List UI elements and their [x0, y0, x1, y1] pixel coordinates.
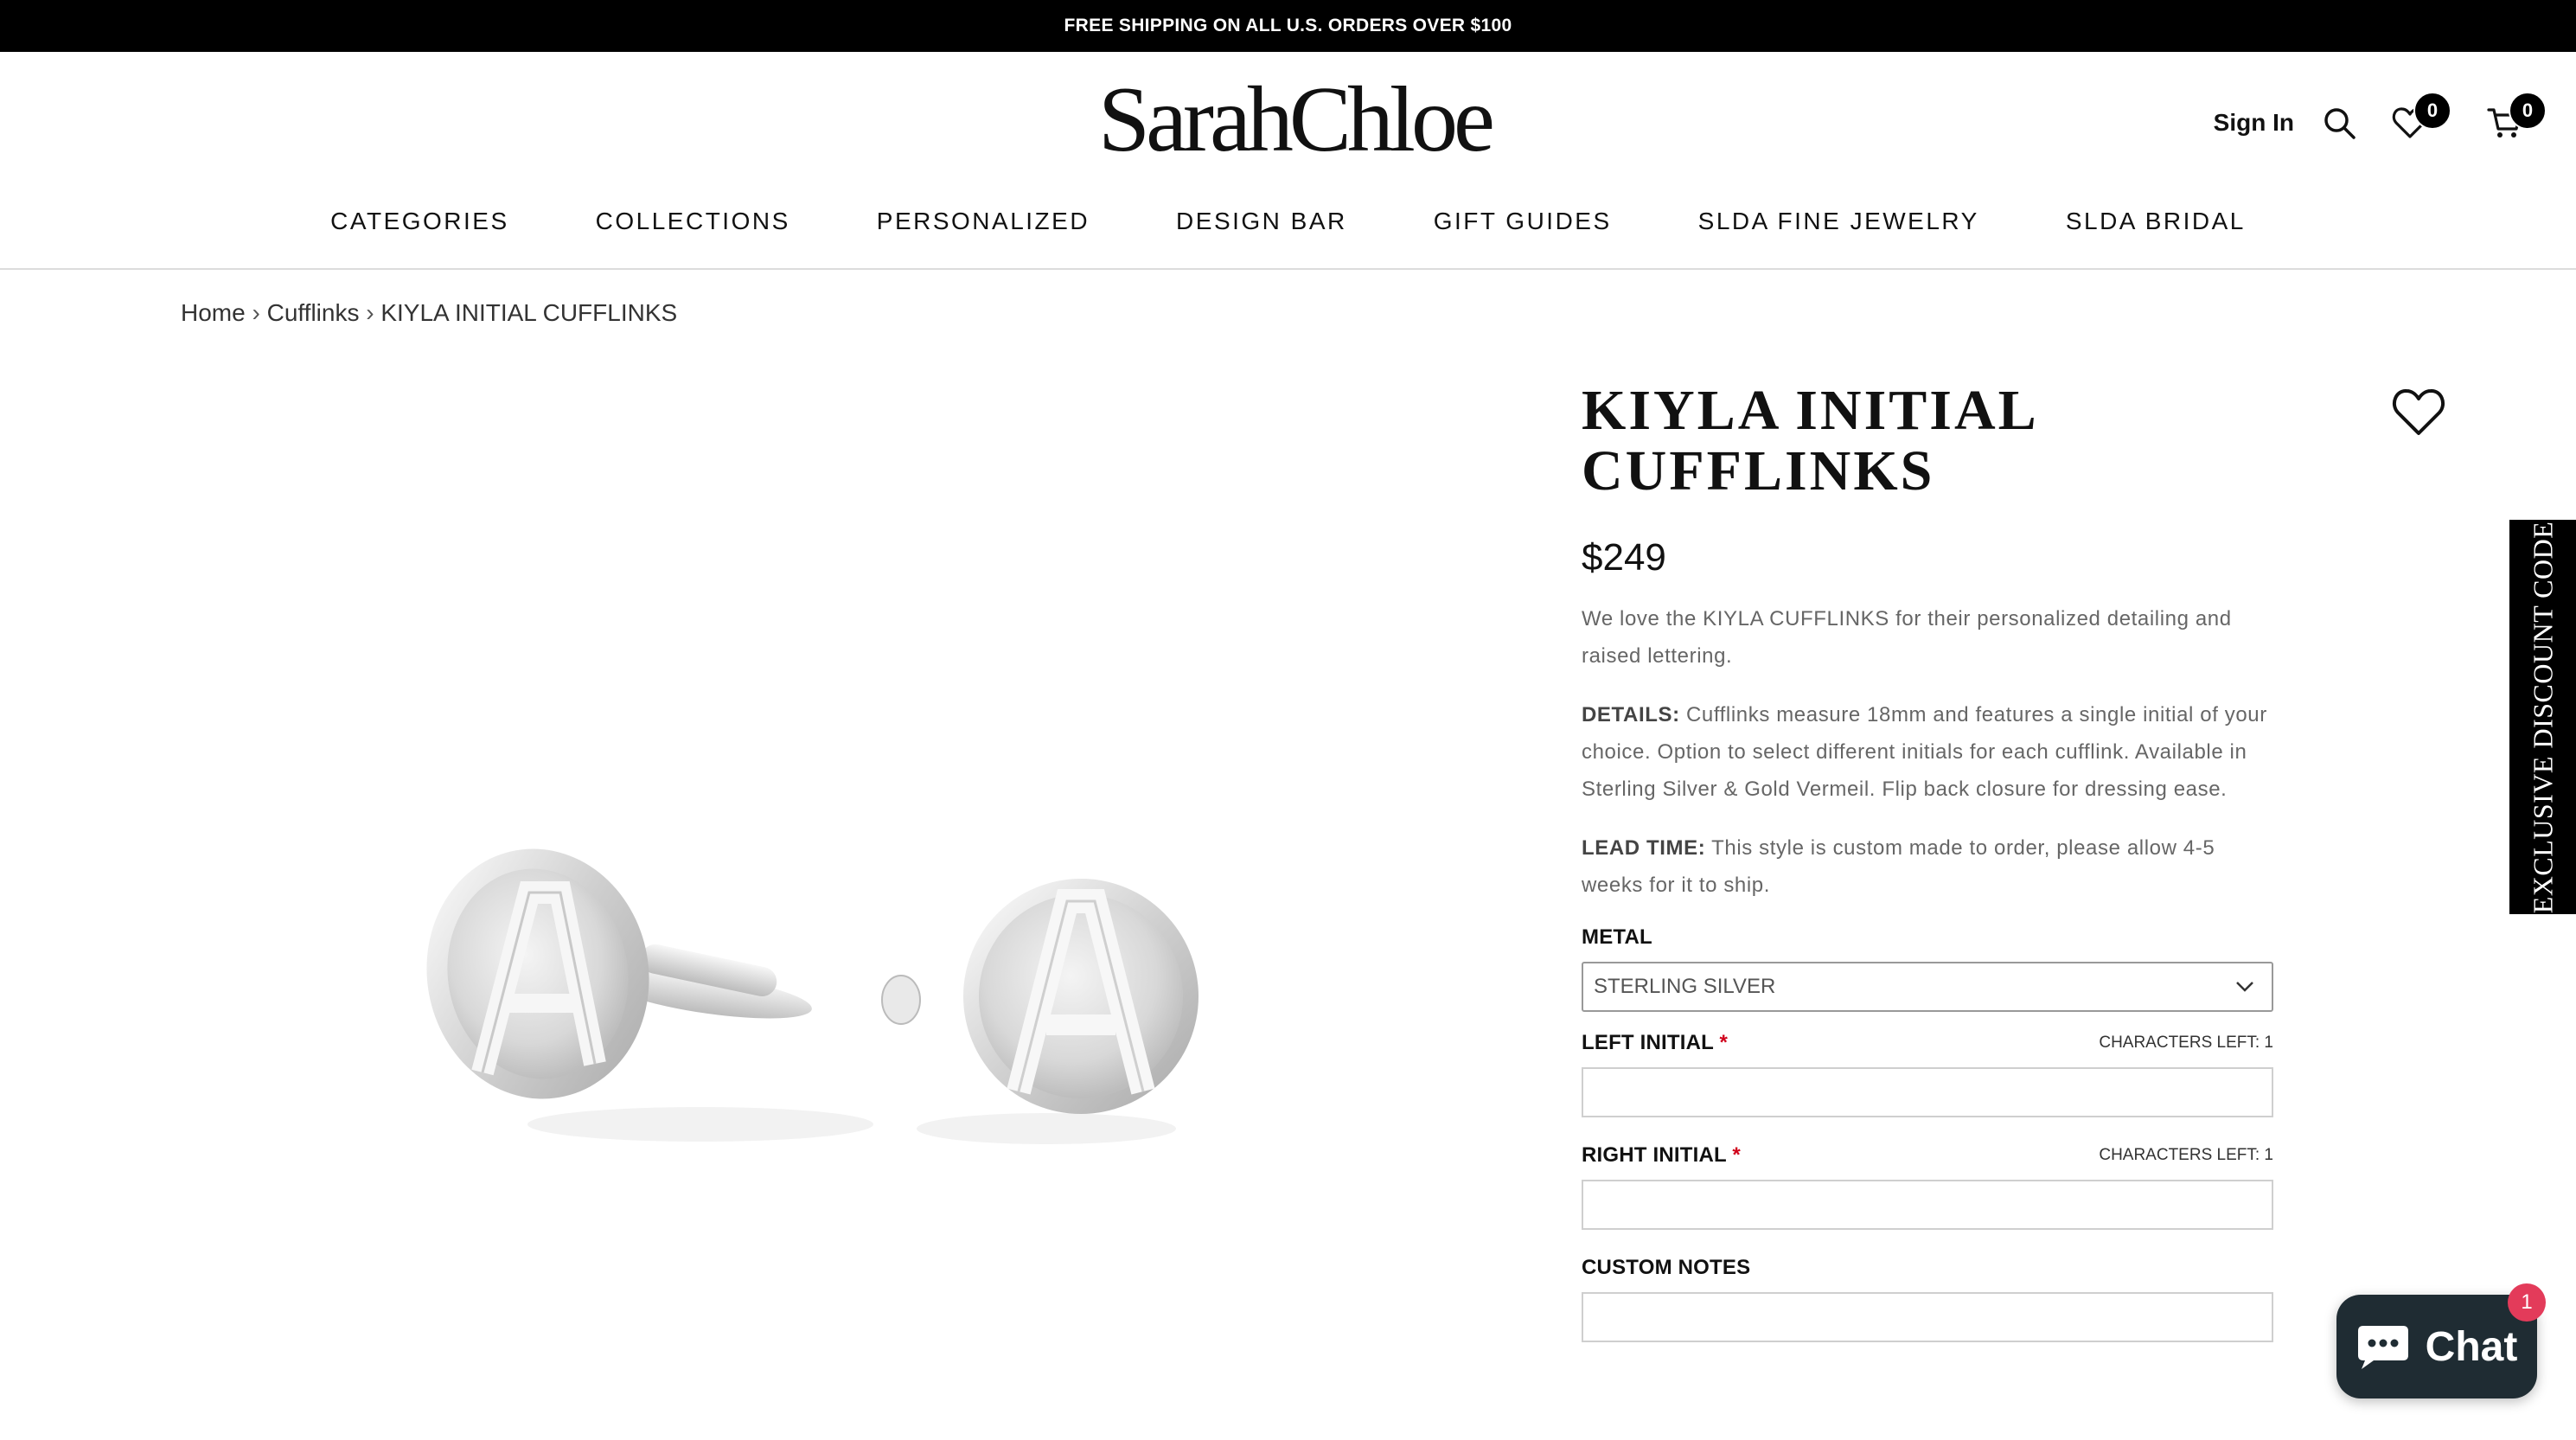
metal-select-value: STERLING SILVER [1594, 975, 1776, 998]
right-initial-label-text: RIGHT INITIAL [1582, 1143, 1727, 1167]
header-tools: Sign In 0 0 [2214, 92, 2547, 149]
required-mark: * [1732, 1143, 1741, 1167]
chevron-down-icon [2236, 982, 2253, 992]
chat-label: Chat [2425, 1323, 2518, 1370]
nav-slda-bridal[interactable]: SLDA BRIDAL [2066, 208, 2246, 235]
breadcrumb-current: KIYLA INITIAL CUFFLINKS [380, 299, 678, 326]
custom-notes-label: CUSTOM NOTES [1582, 1256, 1751, 1279]
details-text: Cufflinks measure 18mm and features a si… [1582, 703, 2267, 801]
product-gallery [182, 363, 1626, 1436]
product-image[interactable] [182, 363, 1626, 1436]
product-details: DETAILS: Cufflinks measure 18mm and feat… [1582, 696, 2273, 808]
wishlist-button[interactable]: 0 [2391, 92, 2451, 142]
nav-gift-guides[interactable]: GIFT GUIDES [1434, 208, 1612, 235]
custom-notes-input[interactable] [1582, 1292, 2273, 1342]
breadcrumb-separator: › [252, 299, 267, 326]
announcement-bar: FREE SHIPPING ON ALL U.S. ORDERS OVER $1… [0, 0, 2576, 52]
chat-bubble-icon [2357, 1326, 2408, 1369]
product-title-line-1: KIYLA INITIAL [1582, 379, 2039, 442]
add-to-wishlist-button[interactable] [2391, 386, 2446, 438]
product-title-line-2: CUFFLINKS [1582, 439, 1935, 502]
left-initial-field: LEFT INITIAL * CHARACTERS LEFT: 1 [1582, 1031, 2273, 1117]
breadcrumb-home[interactable]: Home [181, 299, 246, 326]
details-label: DETAILS: [1582, 703, 1680, 726]
required-mark: * [1719, 1031, 1729, 1054]
custom-notes-field: CUSTOM NOTES [1582, 1256, 2273, 1342]
product-lead-time: LEAD TIME: This style is custom made to … [1582, 829, 2273, 904]
metal-select[interactable]: STERLING SILVER [1582, 962, 2273, 1012]
nav-personalized[interactable]: PERSONALIZED [877, 208, 1090, 235]
left-initial-label: LEFT INITIAL * [1582, 1031, 1728, 1055]
left-initial-row: LEFT INITIAL * CHARACTERS LEFT: 1 [1582, 1031, 2273, 1055]
right-initial-label: RIGHT INITIAL * [1582, 1143, 1741, 1168]
wishlist-count-badge: 0 [2413, 92, 2451, 130]
heart-icon [2393, 389, 2445, 435]
right-initial-field: RIGHT INITIAL * CHARACTERS LEFT: 1 [1582, 1143, 2273, 1230]
cart-button[interactable]: 0 [2486, 92, 2547, 142]
product-price: $249 [1582, 536, 1666, 579]
product-title: KIYLA INITIAL CUFFLINKS [1582, 381, 2273, 502]
breadcrumb-cufflinks[interactable]: Cufflinks [267, 299, 360, 326]
nav-collections[interactable]: COLLECTIONS [596, 208, 790, 235]
right-initial-input[interactable] [1582, 1180, 2273, 1230]
breadcrumb-separator: › [366, 299, 381, 326]
cart-count-badge: 0 [2509, 92, 2547, 130]
right-initial-chars-left: CHARACTERS LEFT: 1 [2099, 1146, 2273, 1164]
metal-field: METAL STERLING SILVER [1582, 925, 2273, 1012]
discount-code-tab[interactable]: EXCLUSIVE DISCOUNT CODE [2509, 520, 2576, 914]
left-initial-input[interactable] [1582, 1067, 2273, 1117]
left-initial-label-text: LEFT INITIAL [1582, 1031, 1714, 1054]
sign-in-link[interactable]: Sign In [2214, 109, 2294, 137]
site-logo[interactable]: SarahChloe [1098, 74, 1495, 167]
product-description: We love the KIYLA CUFFLINKS for their pe… [1582, 600, 2273, 904]
product-intro: We love the KIYLA CUFFLINKS for their pe… [1582, 607, 2232, 668]
nav-categories[interactable]: CATEGORIES [330, 208, 509, 235]
search-button[interactable] [2320, 104, 2358, 142]
product-info: KIYLA INITIAL CUFFLINKS $249 We love the… [1582, 381, 2273, 1342]
nav-design-bar[interactable]: DESIGN BAR [1176, 208, 1347, 235]
main-nav: CATEGORIES COLLECTIONS PERSONALIZED DESI… [0, 208, 2576, 235]
metal-label: METAL [1582, 925, 1652, 949]
nav-slda-fine-jewelry[interactable]: SLDA FINE JEWELRY [1698, 208, 1979, 235]
site-header: SarahChloe Sign In 0 0 CATEGORIES COLLEC… [0, 52, 2576, 270]
chat-button[interactable]: Chat [2336, 1295, 2537, 1398]
left-initial-chars-left: CHARACTERS LEFT: 1 [2099, 1034, 2273, 1052]
search-icon [2324, 108, 2355, 139]
announcement-text: FREE SHIPPING ON ALL U.S. ORDERS OVER $1… [1064, 16, 1512, 35]
breadcrumb: Home › Cufflinks › KIYLA INITIAL CUFFLIN… [181, 299, 677, 327]
lead-time-label: LEAD TIME: [1582, 836, 1706, 860]
chat-notification-badge: 1 [2508, 1283, 2546, 1322]
discount-code-label: EXCLUSIVE DISCOUNT CODE [2527, 521, 2559, 913]
right-initial-row: RIGHT INITIAL * CHARACTERS LEFT: 1 [1582, 1143, 2273, 1168]
